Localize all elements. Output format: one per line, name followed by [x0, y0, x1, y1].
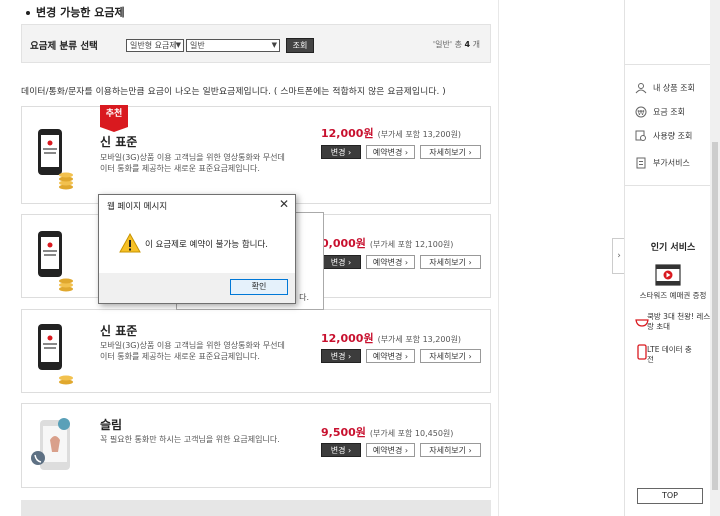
user-icon — [635, 82, 647, 94]
filter-label: 요금제 분류 선택 — [30, 41, 98, 52]
sidebar-divider — [625, 185, 720, 186]
count-prefix: '일반' 총 — [432, 40, 462, 49]
detail-button[interactable]: 자세히보기 › — [420, 443, 481, 457]
sidebar-item-label: 요금 조회 — [653, 107, 685, 117]
price-value: 12,000원 — [321, 332, 374, 345]
right-sidebar: 내 상품 조회 ₩ 요금 조회 사용량 조회 부가서비스 인기 서비스 스타워즈 … — [624, 0, 720, 516]
change-button[interactable]: 변경 › — [321, 255, 361, 269]
phone-coin-icon — [38, 231, 73, 292]
section-title: 변경 가능한 요금제 — [26, 4, 125, 20]
alert-dialog: 웹 페이지 메시지 ✕ 이 요금제로 예약이 불가능 합니다. 확인 — [98, 194, 296, 304]
reserve-change-button[interactable]: 예약변경 › — [366, 349, 415, 363]
detail-button[interactable]: 자세히보기 › — [420, 349, 481, 363]
top-button[interactable]: TOP — [637, 488, 703, 504]
price-vat: (부가세 포함 12,100원) — [369, 240, 454, 249]
service-lte-data[interactable]: LTE 데이터 충전 — [647, 345, 697, 365]
document-icon — [635, 157, 647, 169]
change-button[interactable]: 변경 › — [321, 349, 361, 363]
sidebar-item-bill[interactable]: ₩ 요금 조회 — [635, 106, 685, 118]
count-suffix: 개 — [472, 40, 480, 49]
coin-icon: ₩ — [635, 106, 647, 118]
scrollbar-thumb[interactable] — [712, 142, 718, 490]
price-value: 9,500원 — [321, 426, 366, 439]
detail-button[interactable]: 자세히보기 › — [420, 255, 481, 269]
content-divider — [498, 0, 499, 516]
plan-name: 신 표준 — [100, 135, 138, 149]
plan-name: 신 표준 — [100, 324, 138, 338]
price-vat: (부가세 포함 13,200원) — [377, 335, 462, 344]
close-icon[interactable]: ✕ — [279, 197, 289, 211]
price-value: 12,000원 — [321, 127, 374, 140]
result-count: '일반' 총 4 개 — [433, 39, 480, 50]
reserve-change-button[interactable]: 예약변경 › — [366, 145, 415, 159]
dialog-message: 이 요금제로 예약이 불가능 합니다. — [145, 240, 268, 250]
count-value: 4 — [464, 40, 471, 49]
video-play-icon — [655, 264, 681, 286]
change-button[interactable]: 변경 › — [321, 443, 361, 457]
search-icon — [635, 130, 647, 142]
plan-desc: 모바일(3G)상품 이용 고객님을 위한 영상통화와 무선데이터 통화를 제공하… — [100, 341, 285, 361]
chevron-down-icon: ▼ — [175, 41, 181, 49]
dialog-title: 웹 페이지 메시지 — [107, 202, 168, 212]
plan-card: 신 표준 모바일(3G)상품 이용 고객님을 위한 영상통화와 무선데이터 통화… — [21, 309, 491, 393]
mobile-phone-icon — [637, 344, 647, 360]
ok-button[interactable]: 확인 — [230, 279, 288, 295]
reserve-change-button[interactable]: 예약변경 › — [366, 443, 415, 457]
phone-coin-icon — [38, 129, 73, 190]
plan-desc: 꼭 필요한 통화만 하시는 고객님을 위한 요금제입니다. — [100, 435, 280, 444]
price-value: 0,000원 — [321, 237, 366, 250]
page-scrollbar[interactable] — [710, 0, 720, 516]
plan-filter-bar: 요금제 분류 선택 일반형 요금제 ▼ 일반 ▼ 조회 '일반' 총 4 개 — [21, 24, 491, 63]
sidebar-item-label: 부가서비스 — [653, 158, 690, 168]
plan-name: 슬림 — [100, 418, 123, 432]
plan-card: 슬림 꼭 필요한 통화만 하시는 고객님을 위한 요금제입니다. 9,500원(… — [21, 403, 491, 488]
recommend-badge: 추천 — [100, 105, 128, 132]
change-button[interactable]: 변경 › — [321, 145, 361, 159]
service-starwars[interactable]: 스타워즈 예매권 증정 — [625, 291, 720, 301]
reserve-change-button[interactable]: 예약변경 › — [366, 255, 415, 269]
next-section-bar — [21, 500, 491, 516]
sidebar-item-addon[interactable]: 부가서비스 — [635, 157, 690, 169]
plan-price: 0,000원 (부가세 포함 12,100원) — [321, 235, 453, 251]
plan-price: 12,000원 (부가세 포함 13,200원) — [321, 125, 461, 141]
plan-description: 데이터/통화/문자를 이용하는만큼 요금이 나오는 일반요금제입니다. ( 스마… — [21, 87, 446, 97]
plan-category-value: 일반형 요금제 — [130, 41, 177, 50]
search-button[interactable]: 조회 — [286, 38, 314, 53]
sidebar-item-label: 사용량 조회 — [653, 131, 693, 141]
plan-category-select[interactable]: 일반형 요금제 ▼ — [126, 39, 184, 52]
background-popup-text: 다. — [299, 293, 309, 302]
phone-call-icon — [31, 418, 70, 470]
detail-button[interactable]: 자세히보기 › — [420, 145, 481, 159]
phone-coin-icon — [38, 324, 73, 385]
plan-type-select[interactable]: 일반 ▼ — [186, 39, 280, 52]
plan-card: 추천 신 표준 모바일(3G)상품 이용 고객님을 위한 영상통화와 무선데이터… — [21, 105, 491, 204]
svg-text:₩: ₩ — [638, 109, 645, 117]
sidebar-item-label: 내 상품 조회 — [653, 83, 695, 93]
plan-desc: 모바일(3G)상품 이용 고객님을 위한 영상통화와 무선데이터 통화를 제공하… — [100, 153, 285, 173]
price-vat: (부가세 포함 10,450원) — [369, 429, 454, 438]
popular-services-title: 인기 서비스 — [650, 243, 696, 253]
plan-price: 9,500원 (부가세 포함 10,450원) — [321, 424, 453, 440]
warning-icon — [119, 233, 141, 253]
plan-type-value: 일반 — [190, 41, 205, 50]
plan-price: 12,000원 (부가세 포함 13,200원) — [321, 330, 461, 346]
sidebar-item-usage[interactable]: 사용량 조회 — [635, 130, 692, 142]
price-vat: (부가세 포함 13,200원) — [377, 130, 462, 139]
chevron-down-icon: ▼ — [271, 41, 277, 49]
sidebar-item-my-products[interactable]: 내 상품 조회 — [635, 82, 695, 94]
sidebar-divider — [625, 64, 720, 65]
